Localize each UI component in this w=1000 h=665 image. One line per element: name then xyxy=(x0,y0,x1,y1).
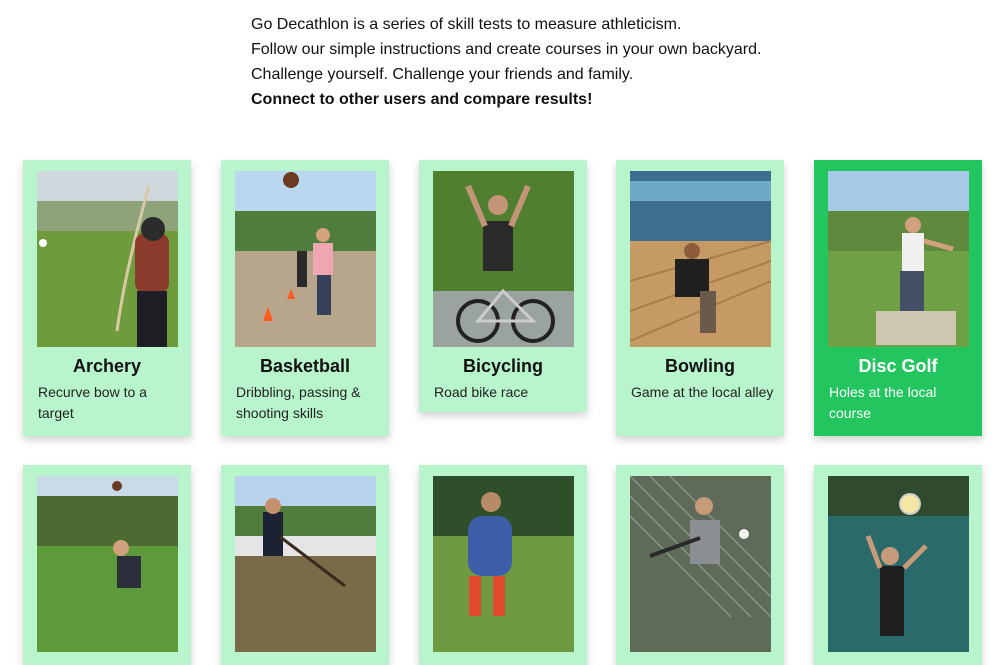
intro-line-1: Go Decathlon is a series of skill tests … xyxy=(251,16,682,33)
event-card-volleyball[interactable] xyxy=(814,465,982,665)
event-description: Dribbling, passing & shooting skills xyxy=(236,384,361,421)
disc-golf-photo xyxy=(828,171,969,347)
event-description: Game at the local alley xyxy=(631,384,774,400)
intro-line-3: Challenge yourself. Challenge your frien… xyxy=(251,66,634,83)
bicycling-photo xyxy=(433,171,574,347)
event-card-disc-golf[interactable]: Disc Golf Holes at the local course xyxy=(814,160,982,436)
baseball-photo xyxy=(630,476,771,652)
event-card-bicycling[interactable]: Bicycling Road bike race xyxy=(419,160,587,412)
event-title: Basketball xyxy=(259,356,351,376)
archer-photo xyxy=(37,171,178,347)
throwing-photo xyxy=(37,476,178,652)
event-card-kicking[interactable] xyxy=(419,465,587,665)
event-description: Recurve bow to a target xyxy=(38,384,147,421)
volleyball-photo xyxy=(828,476,969,652)
kicking-photo xyxy=(433,476,574,652)
intro-text: Go Decathlon is a series of skill tests … xyxy=(251,12,761,112)
event-card-bowling[interactable]: Bowling Game at the local alley xyxy=(616,160,784,436)
event-card-archery[interactable]: Archery Recurve bow to a target xyxy=(23,160,191,436)
event-title: Disc Golf xyxy=(858,356,938,376)
event-title: Bowling xyxy=(665,356,735,376)
event-description: Road bike race xyxy=(434,384,529,400)
event-title: Bicycling xyxy=(462,356,544,376)
intro-line-2: Follow our simple instructions and creat… xyxy=(251,41,762,58)
basketball-photo xyxy=(235,171,376,347)
hockey-photo xyxy=(235,476,376,652)
event-card-baseball[interactable] xyxy=(616,465,784,665)
event-description: Holes at the local course xyxy=(829,384,937,421)
bowling-photo xyxy=(630,171,771,347)
event-title: Archery xyxy=(72,356,142,376)
intro-line-4: Connect to other users and compare resul… xyxy=(251,91,593,108)
event-card-basketball[interactable]: Basketball Dribbling, passing & shooting… xyxy=(221,160,389,436)
event-card-throwing[interactable] xyxy=(23,465,191,665)
event-card-hockey[interactable] xyxy=(221,465,389,665)
